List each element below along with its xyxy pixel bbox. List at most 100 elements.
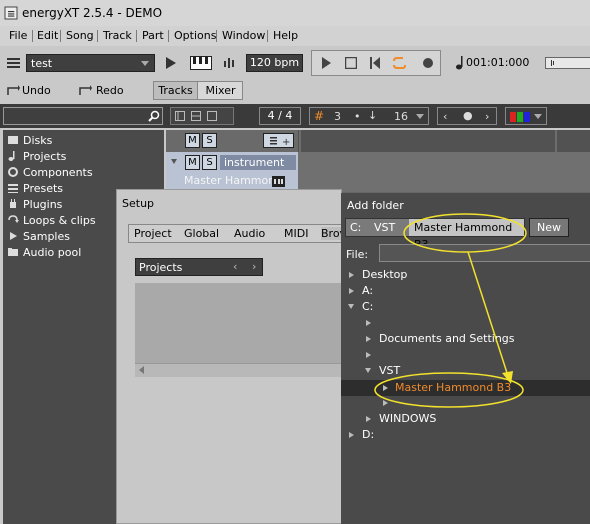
- file-input[interactable]: [379, 244, 590, 262]
- tree-item-desktop[interactable]: Desktop: [362, 268, 407, 281]
- tab-audio[interactable]: Audio: [234, 227, 265, 240]
- menu-window[interactable]: Window: [222, 29, 265, 42]
- search-input[interactable]: [3, 107, 163, 125]
- tempo-display[interactable]: 120 bpm: [246, 54, 303, 72]
- dot-icon[interactable]: ●: [463, 109, 473, 122]
- tree-item-c-drive[interactable]: C:: [362, 300, 373, 313]
- sidebar-item-samples[interactable]: Samples: [7, 228, 70, 244]
- redo-icon[interactable]: [78, 85, 92, 97]
- prev-icon[interactable]: ‹: [443, 110, 447, 123]
- solo-button[interactable]: S: [202, 155, 217, 170]
- rewind-icon[interactable]: [370, 57, 380, 69]
- expand-arrow-icon[interactable]: [383, 400, 388, 406]
- tree-item-documents-and-settings[interactable]: Documents and Settings: [379, 332, 515, 345]
- projects-list[interactable]: [135, 283, 343, 363]
- horizontal-scrollbar[interactable]: [135, 363, 343, 377]
- menu-part[interactable]: Part: [142, 29, 164, 42]
- tab-mixer[interactable]: Mixer: [199, 82, 242, 99]
- expand-arrow-icon[interactable]: [366, 352, 371, 358]
- volume-meter[interactable]: [545, 57, 590, 69]
- next-icon[interactable]: ›: [252, 260, 256, 273]
- menu-song[interactable]: Song: [66, 29, 94, 42]
- tree-item-selected-row[interactable]: Master Hammond B3: [341, 380, 590, 396]
- new-folder-button[interactable]: New: [529, 218, 569, 237]
- svg-text:≡: ≡: [7, 9, 15, 20]
- sidebar-item-presets[interactable]: Presets: [7, 180, 63, 196]
- time-signature[interactable]: 4 / 4: [259, 107, 301, 125]
- sidebar-item-loops-clips[interactable]: Loops & clips: [7, 212, 96, 228]
- expand-arrow-icon[interactable]: [366, 336, 371, 342]
- next-icon[interactable]: ›: [485, 110, 489, 123]
- sidebar-item-components[interactable]: Components: [7, 164, 93, 180]
- timeline-ruler[interactable]: [298, 130, 590, 152]
- collapse-arrow-icon[interactable]: [171, 159, 177, 164]
- instrument-track-header[interactable]: M S instrument Master Hammond: [166, 152, 298, 192]
- tab-project[interactable]: Project: [134, 227, 172, 240]
- menu-separator: [97, 30, 98, 42]
- projects-section-header[interactable]: Projects ‹ ›: [135, 258, 263, 276]
- grid-icon[interactable]: #: [314, 109, 324, 123]
- expand-arrow-icon[interactable]: [383, 385, 388, 391]
- hamburger-icon[interactable]: [7, 57, 20, 69]
- grid-view-icon[interactable]: [175, 111, 185, 121]
- tab-global[interactable]: Global: [184, 227, 219, 240]
- menu-edit[interactable]: Edit: [37, 29, 58, 42]
- expand-arrow-icon[interactable]: [349, 432, 354, 438]
- tab-midi[interactable]: MIDI: [284, 227, 308, 240]
- color-picker[interactable]: [505, 107, 547, 125]
- menu-help[interactable]: Help: [273, 29, 298, 42]
- tree-item-master-hammond-b3[interactable]: Master Hammond B3: [395, 381, 511, 394]
- arrow-down-icon[interactable]: ↓: [368, 109, 377, 122]
- mute-button[interactable]: M: [185, 133, 200, 148]
- title-bar: ≡ energyXT 2.5.4 - DEMO: [0, 0, 590, 26]
- song-selector[interactable]: test: [26, 54, 155, 72]
- sidebar-item-audio-pool[interactable]: Audio pool: [7, 244, 81, 260]
- loop-icon[interactable]: [392, 56, 406, 70]
- chevron-down-icon[interactable]: [416, 114, 424, 119]
- play-icon[interactable]: [166, 57, 176, 69]
- plug-icon: [7, 198, 19, 210]
- undo-icon[interactable]: [6, 85, 20, 97]
- sidebar-item-plugins[interactable]: Plugins: [7, 196, 62, 212]
- expand-arrow-icon[interactable]: [349, 288, 354, 294]
- menu-file[interactable]: File: [9, 29, 27, 42]
- scroll-left-icon[interactable]: [139, 366, 144, 374]
- menu-options[interactable]: Options: [174, 29, 216, 42]
- record-icon[interactable]: [422, 57, 434, 69]
- expand-arrow-icon[interactable]: [349, 272, 354, 278]
- menu-track[interactable]: Track: [103, 29, 132, 42]
- stop-icon[interactable]: [345, 57, 357, 69]
- folder-tree[interactable]: Desktop A: C: Documents and Settings VST…: [341, 266, 590, 524]
- solo-button[interactable]: S: [202, 133, 217, 148]
- prev-icon[interactable]: ‹: [233, 260, 237, 273]
- track-name[interactable]: instrument: [220, 155, 296, 170]
- tree-item-a-drive[interactable]: A:: [362, 284, 373, 297]
- expand-arrow-icon[interactable]: [366, 416, 371, 422]
- metronome-icon[interactable]: [222, 56, 236, 70]
- mute-button[interactable]: M: [185, 155, 200, 170]
- list-view-icon[interactable]: [191, 111, 201, 121]
- tab-browser[interactable]: Brov: [321, 227, 343, 240]
- tree-item-vst[interactable]: VST: [379, 364, 400, 377]
- collapse-arrow-icon[interactable]: [365, 368, 371, 373]
- expand-arrow-icon[interactable]: [366, 320, 371, 326]
- add-track-button[interactable]: +: [263, 133, 294, 148]
- sidebar-item-projects[interactable]: Projects: [7, 148, 66, 164]
- tab-tracks[interactable]: Tracks: [154, 82, 198, 99]
- undo-button[interactable]: Undo: [22, 84, 51, 97]
- crumb-current[interactable]: Master Hammond B3: [409, 219, 524, 251]
- panel-view-icon[interactable]: [207, 111, 217, 121]
- piano-keys-icon[interactable]: [190, 56, 212, 70]
- instrument-track-lane[interactable]: [298, 152, 590, 192]
- crumb-vst[interactable]: VST: [374, 221, 395, 234]
- search-icon[interactable]: [148, 110, 160, 122]
- list-icon: [7, 182, 19, 194]
- sidebar-item-disks[interactable]: Disks: [7, 132, 52, 148]
- redo-button[interactable]: Redo: [96, 84, 124, 97]
- collapse-arrow-icon[interactable]: [348, 304, 354, 309]
- tree-item-d-drive[interactable]: D:: [362, 428, 374, 441]
- tree-item-windows[interactable]: WINDOWS: [379, 412, 436, 425]
- plugin-editor-icon[interactable]: [272, 176, 285, 187]
- crumb-drive[interactable]: C:: [350, 221, 361, 234]
- play-icon[interactable]: [322, 57, 331, 69]
